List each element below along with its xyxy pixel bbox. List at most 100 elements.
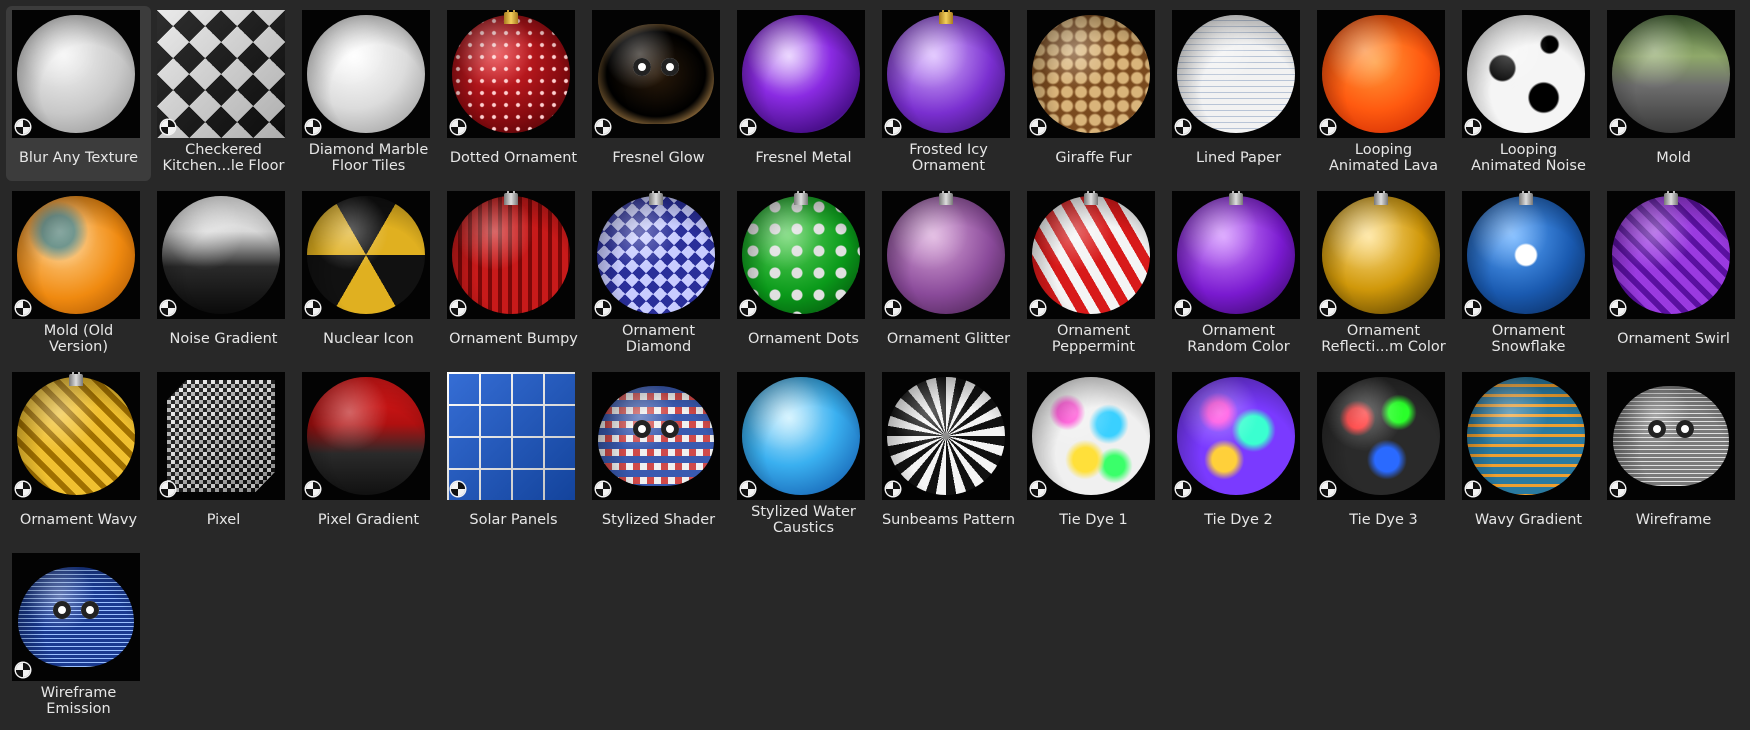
asset-thumbnail	[592, 191, 720, 319]
asset-tile[interactable]: Diamond Marble Floor Tiles	[296, 6, 441, 181]
asset-tile[interactable]: Lined Paper	[1166, 6, 1311, 181]
material-preview-sphere	[1177, 196, 1295, 314]
asset-label: Ornament Glitter	[886, 331, 1011, 347]
material-preview-sphere	[887, 15, 1005, 133]
material-asset-icon	[161, 482, 175, 496]
asset-label: Ornament Reflecti...m Color	[1321, 323, 1446, 355]
material-asset-icon	[161, 120, 175, 134]
material-asset-icon	[741, 482, 755, 496]
asset-tile[interactable]: Ornament Reflecti...m Color	[1311, 187, 1456, 362]
material-asset-icon	[596, 482, 610, 496]
asset-tile[interactable]: Stylized Water Caustics	[731, 368, 876, 543]
asset-tile[interactable]: Dotted Ornament	[441, 6, 586, 181]
ornament-cap	[1374, 191, 1388, 205]
ornament-cap	[649, 191, 663, 205]
asset-tile[interactable]: Mold (Old Version)	[6, 187, 151, 362]
asset-tile[interactable]: Ornament Snowflake	[1456, 187, 1601, 362]
material-asset-icon	[1176, 482, 1190, 496]
material-preview-sphere	[1322, 15, 1440, 133]
asset-thumbnail	[157, 372, 285, 500]
asset-label: Mold (Old Version)	[43, 323, 114, 355]
material-preview-sphere	[887, 196, 1005, 314]
asset-tile[interactable]: Solar Panels	[441, 368, 586, 543]
material-preview-sphere	[162, 196, 280, 314]
asset-thumbnail	[1027, 372, 1155, 500]
asset-tile[interactable]: Giraffe Fur	[1021, 6, 1166, 181]
asset-tile[interactable]: Looping Animated Noise	[1456, 6, 1601, 181]
asset-label: Noise Gradient	[169, 331, 278, 347]
asset-tile[interactable]: Sunbeams Pattern	[876, 368, 1021, 543]
asset-tile[interactable]: Wireframe Emission	[6, 549, 151, 724]
material-asset-icon	[451, 482, 465, 496]
material-asset-icon	[1611, 482, 1625, 496]
asset-tile[interactable]: Ornament Random Color	[1166, 187, 1311, 362]
asset-tile[interactable]: Tie Dye 2	[1166, 368, 1311, 543]
asset-tile[interactable]: Pixel Gradient	[296, 368, 441, 543]
asset-label: Wireframe Emission	[40, 685, 117, 717]
material-asset-icon	[596, 120, 610, 134]
asset-thumbnail	[1317, 191, 1445, 319]
ornament-cap	[69, 372, 83, 386]
asset-label: Stylized Shader	[601, 512, 716, 528]
asset-tile[interactable]: Frosted Icy Ornament	[876, 6, 1021, 181]
material-preview-sphere	[1032, 196, 1150, 314]
asset-thumbnail	[157, 191, 285, 319]
ornament-cap	[1229, 191, 1243, 205]
material-asset-icon	[596, 301, 610, 315]
material-asset-icon	[1321, 482, 1335, 496]
asset-tile[interactable]: Wireframe	[1601, 368, 1746, 543]
material-preview-sphere	[307, 377, 425, 495]
asset-tile[interactable]: Pixel	[151, 368, 296, 543]
asset-tile[interactable]: Fresnel Glow	[586, 6, 731, 181]
monkey-eye	[633, 58, 652, 76]
monkey-eye	[660, 58, 679, 76]
asset-tile[interactable]: Ornament Wavy	[6, 368, 151, 543]
material-asset-icon	[161, 301, 175, 315]
asset-tile[interactable]: Mold	[1601, 6, 1746, 181]
material-preview-sphere	[1177, 377, 1295, 495]
asset-tile[interactable]: Wavy Gradient	[1456, 368, 1601, 543]
asset-tile[interactable]: Stylized Shader	[586, 368, 731, 543]
asset-label: Pixel	[206, 512, 241, 528]
material-preview-sphere	[17, 15, 135, 133]
material-preview-sphere	[1032, 377, 1150, 495]
asset-thumbnail	[447, 10, 575, 138]
asset-tile[interactable]: Ornament Dots	[731, 187, 876, 362]
asset-tile[interactable]: Fresnel Metal	[731, 6, 876, 181]
asset-label: Tie Dye 1	[1059, 512, 1128, 528]
asset-tile[interactable]: Ornament Bumpy	[441, 187, 586, 362]
asset-tile[interactable]: Ornament Diamond	[586, 187, 731, 362]
asset-label: Looping Animated Noise	[1471, 142, 1586, 174]
material-asset-icon	[741, 301, 755, 315]
ornament-cap	[1084, 191, 1098, 205]
material-preview-sphere	[1322, 196, 1440, 314]
material-asset-icon	[886, 482, 900, 496]
asset-thumbnail	[447, 372, 575, 500]
material-asset-icon	[1176, 120, 1190, 134]
asset-label: Giraffe Fur	[1055, 150, 1132, 166]
asset-tile[interactable]: Ornament Glitter	[876, 187, 1021, 362]
asset-tile[interactable]: Checkered Kitchen...le Floor	[151, 6, 296, 181]
material-asset-icon	[1466, 120, 1480, 134]
asset-tile[interactable]: Looping Animated Lava	[1311, 6, 1456, 181]
monkey-eye	[1675, 420, 1694, 438]
asset-thumbnail	[737, 372, 865, 500]
ornament-cap	[1519, 191, 1533, 205]
asset-thumbnail	[302, 10, 430, 138]
asset-tile[interactable]: Ornament Swirl	[1601, 187, 1746, 362]
ornament-cap	[939, 10, 953, 24]
asset-tile[interactable]: Noise Gradient	[151, 187, 296, 362]
asset-tile[interactable]: Tie Dye 1	[1021, 368, 1166, 543]
asset-tile[interactable]: Ornament Peppermint	[1021, 187, 1166, 362]
asset-label: Ornament Random Color	[1187, 323, 1290, 355]
material-preview-monkey	[1613, 386, 1729, 486]
ornament-cap	[939, 191, 953, 205]
asset-browser-grid: Blur Any Texture Checkered Kitchen...le F…	[6, 6, 1746, 730]
asset-thumbnail	[1607, 372, 1735, 500]
asset-tile[interactable]: Blur Any Texture	[6, 6, 151, 181]
asset-tile[interactable]: Nuclear Icon	[296, 187, 441, 362]
material-asset-icon	[741, 120, 755, 134]
asset-tile[interactable]: Tie Dye 3	[1311, 368, 1456, 543]
asset-label: Ornament Wavy	[19, 512, 138, 528]
asset-thumbnail	[592, 10, 720, 138]
